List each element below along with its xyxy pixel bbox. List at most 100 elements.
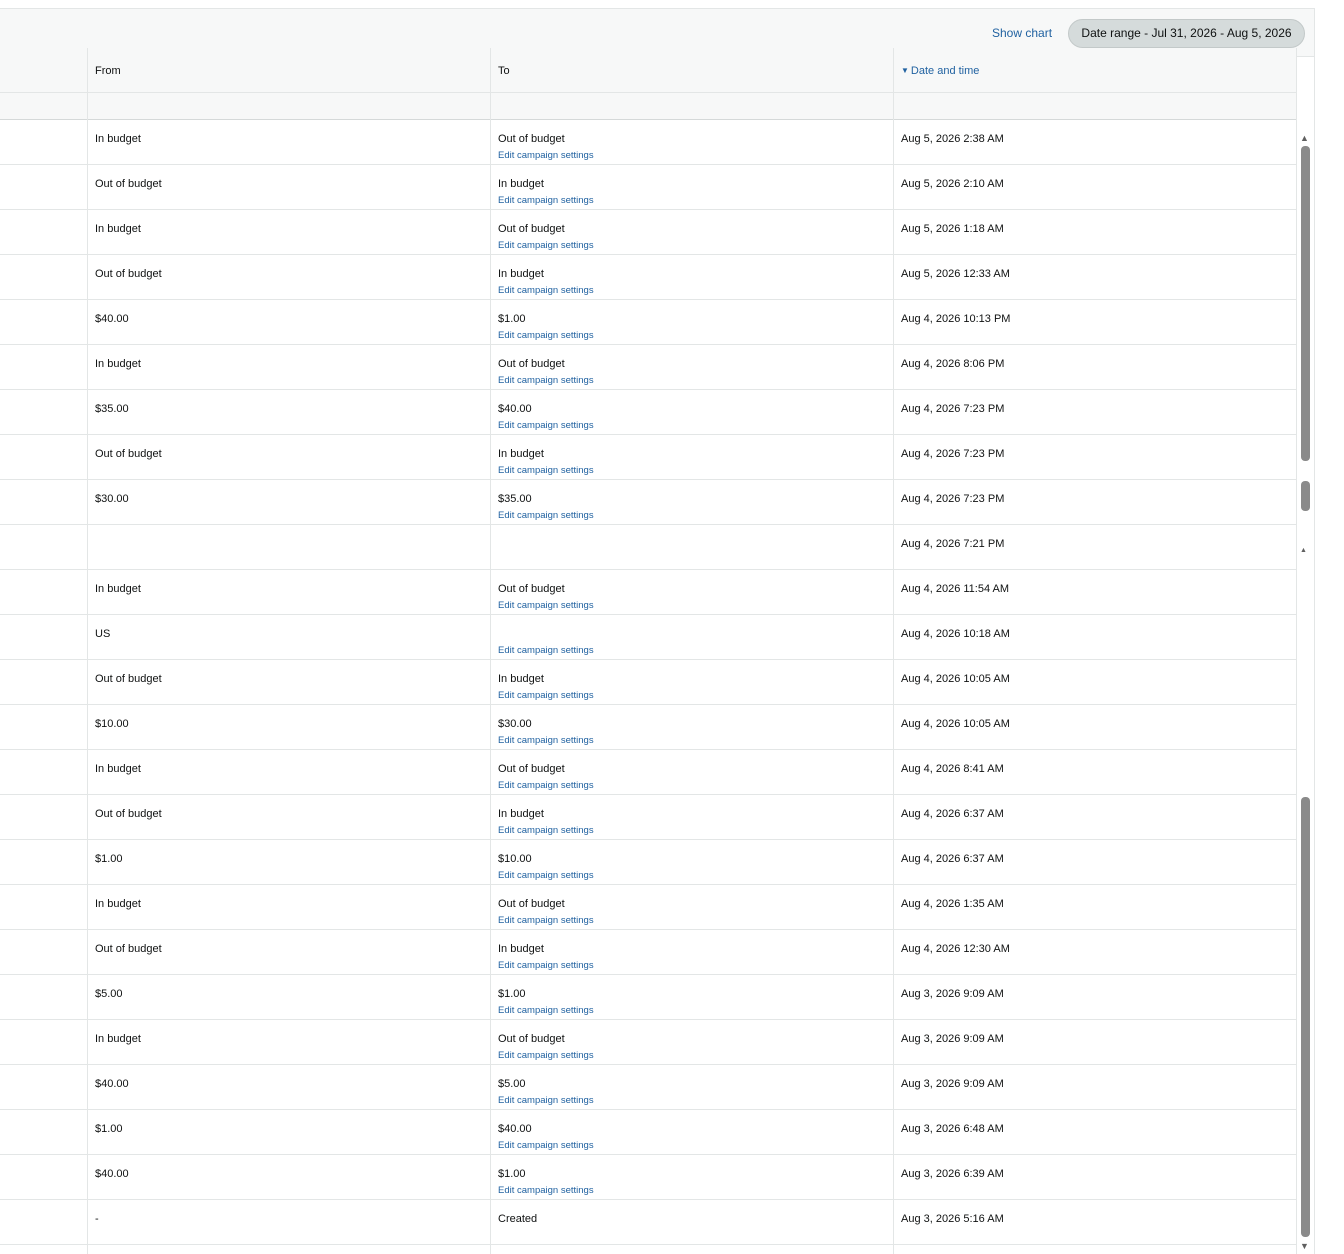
- cell-from: In budget: [95, 1033, 141, 1045]
- scrollbar-thumb-lower[interactable]: [1301, 797, 1310, 1237]
- edit-campaign-settings-link[interactable]: Edit campaign settings: [498, 645, 594, 657]
- table-row: In budget Out of budget Aug 4, 2026 1:35 A…: [0, 885, 1296, 930]
- cell-from: $1.00: [95, 1123, 123, 1135]
- cell-to: Out of budget: [498, 1033, 565, 1045]
- cell-date-and-time: Aug 4, 2026 10:05 AM: [901, 673, 1010, 685]
- cell-to: Created: [498, 1213, 538, 1225]
- edit-campaign-settings-link[interactable]: Edit campaign settings: [498, 1140, 594, 1152]
- cell-to: In budget: [498, 268, 544, 280]
- edit-campaign-settings-link[interactable]: Edit campaign settings: [498, 420, 594, 432]
- table-row: $5.00 $1.00 Aug 3, 2026 9:09 AM Edit campai…: [0, 975, 1296, 1020]
- table-row: $1.00 $40.00 Aug 3, 2026 6:48 AM Edit campa…: [0, 1110, 1296, 1155]
- edit-campaign-settings-link[interactable]: Edit campaign settings: [498, 240, 594, 252]
- table-row: Out of budget In budget Aug 5, 2026 12:33 …: [0, 255, 1296, 300]
- cell-to: In budget: [498, 808, 544, 820]
- edit-campaign-settings-link[interactable]: Edit campaign settings: [498, 915, 594, 927]
- table-body: In budget Out of budget Aug 5, 2026 2:38 A…: [0, 120, 1296, 1245]
- triangle-up-icon[interactable]: ▲: [1300, 546, 1307, 556]
- scrollbar-thumb[interactable]: [1301, 146, 1310, 461]
- edit-campaign-settings-link[interactable]: Edit campaign settings: [498, 870, 594, 882]
- cell-date-and-time: Aug 4, 2026 7:23 PM: [901, 493, 1005, 505]
- cell-date-and-time: Aug 5, 2026 12:33 AM: [901, 268, 1010, 280]
- date-range-button[interactable]: Date range - Jul 31, 2026 - Aug 5, 2026: [1068, 19, 1305, 48]
- cell-from: Out of budget: [95, 448, 162, 460]
- edit-campaign-settings-link[interactable]: Edit campaign settings: [498, 780, 594, 792]
- cell-date-and-time: Aug 3, 2026 9:09 AM: [901, 1078, 1004, 1090]
- edit-campaign-settings-link[interactable]: Edit campaign settings: [498, 510, 594, 522]
- cell-date-and-time: Aug 5, 2026 2:38 AM: [901, 133, 1004, 145]
- column-header-to[interactable]: To: [498, 64, 510, 78]
- column-header-from[interactable]: From: [95, 64, 121, 78]
- table-row: $40.00 $1.00 Aug 3, 2026 6:39 AM Edit campa…: [0, 1155, 1296, 1200]
- table-header-row: [0, 48, 1296, 93]
- cell-from: $35.00: [95, 403, 129, 415]
- cell-from: Out of budget: [95, 943, 162, 955]
- cell-date-and-time: Aug 4, 2026 12:30 AM: [901, 943, 1010, 955]
- cell-to: Out of budget: [498, 133, 565, 145]
- edit-campaign-settings-link[interactable]: Edit campaign settings: [498, 1095, 594, 1107]
- cell-from: -: [95, 1213, 99, 1225]
- cell-to: $30.00: [498, 718, 532, 730]
- cell-date-and-time: Aug 4, 2026 11:54 AM: [901, 583, 1010, 595]
- edit-campaign-settings-link[interactable]: Edit campaign settings: [498, 150, 594, 162]
- table-row: Out of budget In budget Aug 4, 2026 10:05 …: [0, 660, 1296, 705]
- column-header-date-and-time[interactable]: ▼ Date and time: [901, 64, 979, 79]
- edit-campaign-settings-link[interactable]: Edit campaign settings: [498, 735, 594, 747]
- edit-campaign-settings-link[interactable]: Edit campaign settings: [498, 825, 594, 837]
- cell-date-and-time: Aug 4, 2026 6:37 AM: [901, 808, 1004, 820]
- cell-to: In budget: [498, 178, 544, 190]
- cell-date-and-time: Aug 3, 2026 5:16 AM: [901, 1213, 1004, 1225]
- table-row: Aug 4, 2026 7:21 PM: [0, 525, 1296, 570]
- edit-campaign-settings-link[interactable]: Edit campaign settings: [498, 600, 594, 612]
- cell-from: $10.00: [95, 718, 129, 730]
- cell-date-and-time: Aug 5, 2026 2:10 AM: [901, 178, 1004, 190]
- triangle-down-icon[interactable]: ▼: [1300, 1241, 1309, 1251]
- cell-to: $40.00: [498, 1123, 532, 1135]
- cell-to: Out of budget: [498, 898, 565, 910]
- cell-date-and-time: Aug 4, 2026 10:05 AM: [901, 718, 1010, 730]
- cell-date-and-time: Aug 3, 2026 9:09 AM: [901, 1033, 1004, 1045]
- edit-campaign-settings-link[interactable]: Edit campaign settings: [498, 1005, 594, 1017]
- cell-from: In budget: [95, 898, 141, 910]
- cell-date-and-time: Aug 4, 2026 8:06 PM: [901, 358, 1005, 370]
- table-row: Out of budget In budget Aug 4, 2026 6:37 A…: [0, 795, 1296, 840]
- cell-to: In budget: [498, 673, 544, 685]
- table-row: In budget Out of budget Aug 4, 2026 8:41 A…: [0, 750, 1296, 795]
- cell-from: In budget: [95, 133, 141, 145]
- cell-from: $1.00: [95, 853, 123, 865]
- triangle-up-icon[interactable]: ▲: [1300, 133, 1309, 143]
- table-row: In budget Out of budget Aug 4, 2026 11:54 …: [0, 570, 1296, 615]
- edit-campaign-settings-link[interactable]: Edit campaign settings: [498, 465, 594, 477]
- cell-from: In budget: [95, 223, 141, 235]
- table-row: Out of budget In budget Aug 4, 2026 7:23 P…: [0, 435, 1296, 480]
- cell-to: $1.00: [498, 988, 526, 1000]
- table-row: $40.00 $1.00 Aug 4, 2026 10:13 PM Edit camp…: [0, 300, 1296, 345]
- table-row: $35.00 $40.00 Aug 4, 2026 7:23 PM Edit camp…: [0, 390, 1296, 435]
- table-row: Out of budget In budget Aug 5, 2026 2:10 A…: [0, 165, 1296, 210]
- edit-campaign-settings-link[interactable]: Edit campaign settings: [498, 1185, 594, 1197]
- cell-from: US: [95, 628, 111, 640]
- table-row: Out of budget In budget Aug 4, 2026 12:30 …: [0, 930, 1296, 975]
- edit-campaign-settings-link[interactable]: Edit campaign settings: [498, 690, 594, 702]
- cell-to: $1.00: [498, 1168, 526, 1180]
- edit-campaign-settings-link[interactable]: Edit campaign settings: [498, 375, 594, 387]
- edit-campaign-settings-link[interactable]: Edit campaign settings: [498, 330, 594, 342]
- table-row: US Aug 4, 2026 10:18 AM Edit campaign sett…: [0, 615, 1296, 660]
- cell-date-and-time: Aug 4, 2026 7:23 PM: [901, 403, 1005, 415]
- cell-to: Out of budget: [498, 763, 565, 775]
- show-chart-link[interactable]: Show chart: [992, 25, 1052, 41]
- edit-campaign-settings-link[interactable]: Edit campaign settings: [498, 1050, 594, 1062]
- cell-date-and-time: Aug 4, 2026 7:21 PM: [901, 538, 1005, 550]
- table-row: $10.00 $30.00 Aug 4, 2026 10:05 AM Edit cam…: [0, 705, 1296, 750]
- table-row: $40.00 $5.00 Aug 3, 2026 9:09 AM Edit campa…: [0, 1065, 1296, 1110]
- cell-from: $30.00: [95, 493, 129, 505]
- table-row: In budget Out of budget Aug 5, 2026 2:38 A…: [0, 120, 1296, 165]
- edit-campaign-settings-link[interactable]: Edit campaign settings: [498, 285, 594, 297]
- table-filter-row: [0, 93, 1296, 120]
- cell-from: In budget: [95, 583, 141, 595]
- column-header-date-label: Date and time: [910, 65, 980, 77]
- cell-from: Out of budget: [95, 673, 162, 685]
- edit-campaign-settings-link[interactable]: Edit campaign settings: [498, 195, 594, 207]
- edit-campaign-settings-link[interactable]: Edit campaign settings: [498, 960, 594, 972]
- scrollbar-thumb-secondary[interactable]: [1301, 481, 1310, 511]
